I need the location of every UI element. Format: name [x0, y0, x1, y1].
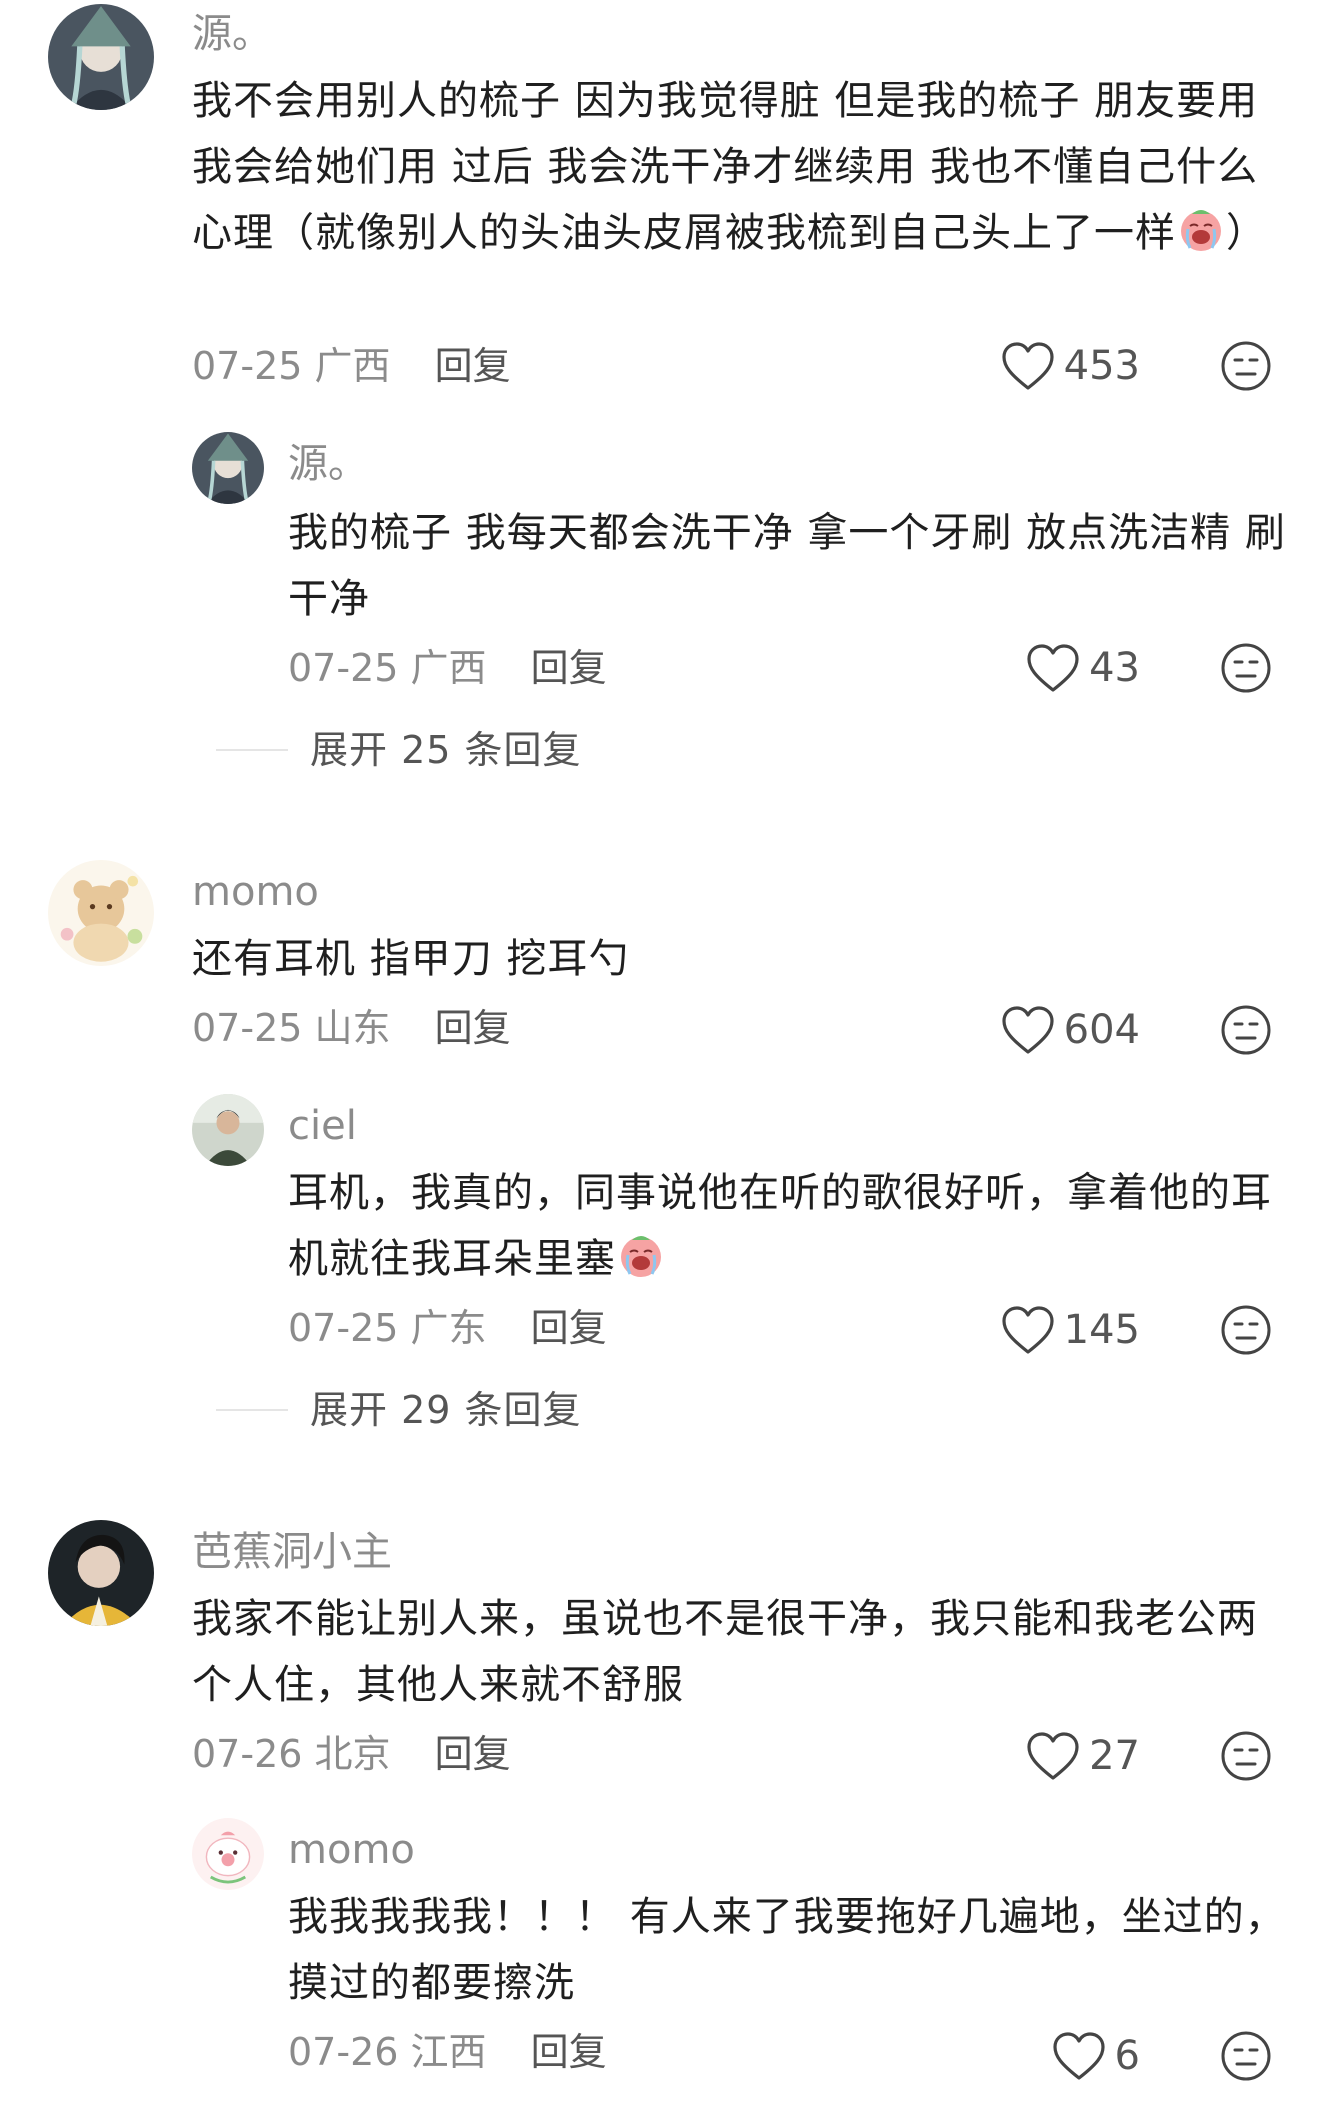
heart-outline-icon [1000, 1304, 1056, 1356]
like-button[interactable]: 43 [1025, 642, 1140, 694]
reply-button[interactable]: 回复 [531, 2030, 607, 2074]
reply-text: 我我我我我！！！ 有人来了我要拖好几遍地，坐过的，摸过的都要擦洗 [288, 1894, 1286, 2006]
reply-username[interactable]: 源。 [288, 440, 368, 488]
comment-date: 07-25 [192, 1006, 303, 1050]
avatar[interactable] [48, 4, 154, 110]
comment-list: 源。 我不会用别人的梳子 因为我觉得脏 但是我的梳子 朋友要用 我会给她们用 过… [0, 0, 1320, 2122]
expand-replies-label: 展开 29 条回复 [310, 1388, 582, 1432]
like-button[interactable]: 453 [1000, 340, 1140, 392]
dislike-button[interactable] [1220, 2030, 1272, 2082]
reply-username[interactable]: momo [288, 1826, 415, 1874]
heart-outline-icon [1025, 642, 1081, 694]
comment-text: 我家不能让别人来，虽说也不是很干净，我只能和我老公两个人住，其他人来就不舒服 [192, 1596, 1258, 1708]
comment-location: 北京 [314, 1732, 391, 1776]
expand-replies-button[interactable]: 展开 25 条回复 [216, 726, 582, 774]
like-button[interactable]: 6 [1051, 2030, 1140, 2082]
like-count: 27 [1089, 1733, 1140, 1779]
neutral-face-icon [1220, 1004, 1272, 1056]
heart-outline-icon [1000, 1004, 1056, 1056]
neutral-face-icon [1220, 340, 1272, 392]
reply-button[interactable]: 回复 [435, 344, 511, 388]
expand-replies-label: 展开 25 条回复 [310, 728, 582, 772]
comment-text-tail: ） [1226, 210, 1267, 256]
like-button[interactable]: 145 [1000, 1304, 1140, 1356]
reply-meta: 07-25 广东 回复 [288, 1304, 607, 1352]
comment-username[interactable]: 芭蕉洞小主 [192, 1528, 392, 1576]
comment-meta: 07-25 广西 回复 [192, 342, 511, 390]
like-count: 453 [1063, 343, 1140, 389]
like-count: 6 [1114, 2033, 1140, 2079]
reply-text: 我的梳子 我每天都会洗干净 拿一个牙刷 放点洗洁精 刷干净 [288, 510, 1286, 622]
heart-outline-icon [1051, 2030, 1107, 2082]
expand-divider [216, 749, 288, 751]
comment-date: 07-26 [192, 1732, 303, 1776]
reply-text: 耳机，我真的，同事说他在听的歌很好听，拿着他的耳机就往我耳朵里塞 [288, 1160, 1288, 1292]
reply-date: 07-26 [288, 2030, 399, 2074]
comment-meta: 07-25 山东 回复 [192, 1004, 511, 1052]
avatar[interactable] [192, 1818, 264, 1890]
heart-outline-icon [1000, 340, 1056, 392]
neutral-face-icon [1220, 1304, 1272, 1356]
comment-username[interactable]: 源。 [192, 10, 272, 58]
reply-location: 江西 [410, 2030, 487, 2074]
comment-meta: 07-26 北京 回复 [192, 1730, 511, 1778]
dislike-button[interactable] [1220, 340, 1272, 392]
neutral-face-icon [1220, 1730, 1272, 1782]
dislike-button[interactable] [1220, 1004, 1272, 1056]
neutral-face-icon [1220, 2030, 1272, 2082]
dislike-button[interactable] [1220, 1304, 1272, 1356]
reply-date: 07-25 [288, 1306, 399, 1350]
heart-outline-icon [1025, 1730, 1081, 1782]
reply-button[interactable]: 回复 [531, 646, 607, 690]
reply-username[interactable]: ciel [288, 1102, 357, 1150]
reply-meta: 07-25 广西 回复 [288, 644, 607, 692]
dislike-button[interactable] [1220, 642, 1272, 694]
expand-divider [216, 1409, 288, 1411]
avatar[interactable] [48, 1520, 154, 1626]
crying-face-icon [616, 1230, 666, 1280]
reply-button[interactable]: 回复 [435, 1732, 511, 1776]
comment-text: 还有耳机 指甲刀 挖耳勺 [192, 936, 630, 982]
avatar[interactable] [48, 860, 154, 966]
like-button[interactable]: 27 [1025, 1730, 1140, 1782]
reply-date: 07-25 [288, 646, 399, 690]
avatar[interactable] [192, 1094, 264, 1166]
expand-replies-button[interactable]: 展开 29 条回复 [216, 1386, 582, 1434]
reply-text-body: 耳机，我真的，同事说他在听的歌很好听，拿着他的耳机就往我耳朵里塞 [288, 1170, 1272, 1282]
avatar[interactable] [192, 432, 264, 504]
comment-location: 广西 [314, 344, 391, 388]
like-count: 145 [1063, 1307, 1140, 1353]
comment-text-body: 我不会用别人的梳子 因为我觉得脏 但是我的梳子 朋友要用 我会给她们用 过后 我… [192, 78, 1259, 256]
reply-location: 广西 [410, 646, 487, 690]
reply-button[interactable]: 回复 [531, 1306, 607, 1350]
like-count: 43 [1089, 645, 1140, 691]
reply-button[interactable]: 回复 [435, 1006, 511, 1050]
comment-location: 山东 [314, 1006, 391, 1050]
comment-date: 07-25 [192, 344, 303, 388]
comment-text: 我不会用别人的梳子 因为我觉得脏 但是我的梳子 朋友要用 我会给她们用 过后 我… [192, 68, 1272, 266]
crying-face-icon [1176, 204, 1226, 254]
comment-username[interactable]: momo [192, 868, 319, 916]
neutral-face-icon [1220, 642, 1272, 694]
reply-location: 广东 [410, 1306, 487, 1350]
like-button[interactable]: 604 [1000, 1004, 1140, 1056]
like-count: 604 [1063, 1007, 1140, 1053]
reply-meta: 07-26 江西 回复 [288, 2028, 607, 2076]
dislike-button[interactable] [1220, 1730, 1272, 1782]
